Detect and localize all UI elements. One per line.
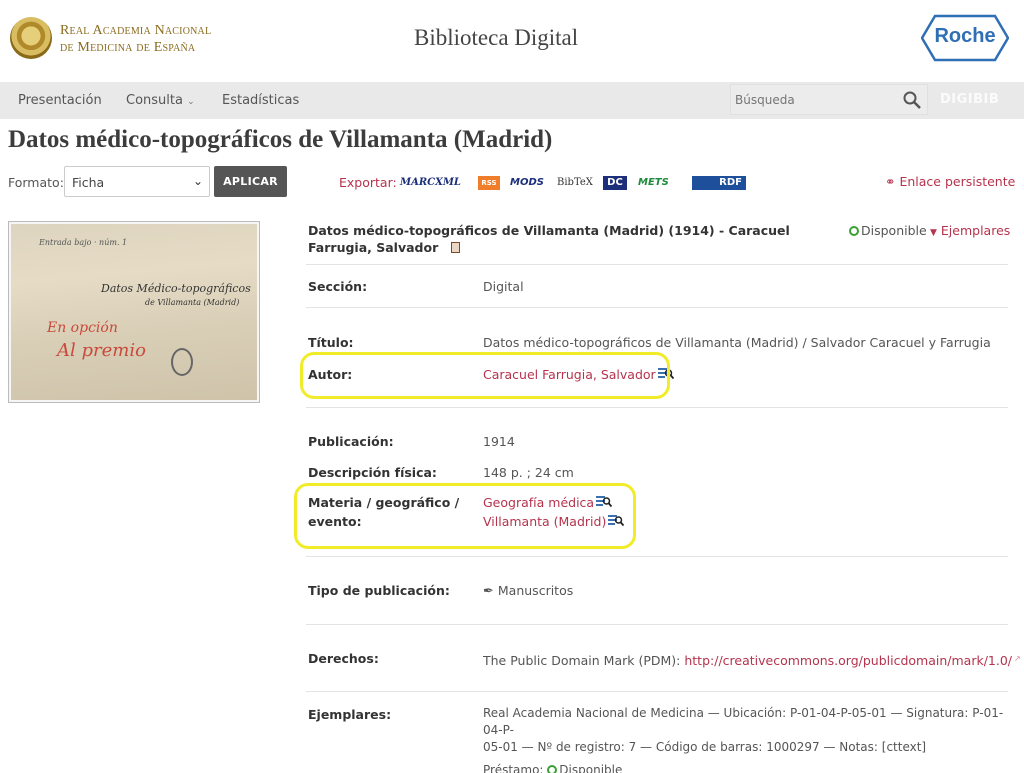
- record-heading: Datos médico-topográficos de Villamanta …: [308, 223, 790, 255]
- rights-link[interactable]: http://creativecommons.org/publicdomain/…: [684, 653, 1012, 668]
- academy-seal-icon[interactable]: [10, 17, 52, 59]
- search-box: [730, 84, 928, 115]
- divider: [306, 307, 1008, 308]
- thumbnail-text-line: Al premio: [57, 340, 146, 361]
- academy-name[interactable]: Real Academia Nacional de Medicina de Es…: [60, 22, 211, 56]
- main-nav: Presentación Consulta ⌄ Estadísticas DIG…: [0, 82, 1024, 119]
- field-label-ejemplares: Ejemplares:: [308, 707, 392, 722]
- format-select[interactable]: Ficha ⌄: [64, 166, 210, 197]
- field-label-derechos: Derechos:: [308, 651, 379, 666]
- document-icon[interactable]: [450, 242, 460, 253]
- export-marcxml-icon[interactable]: MARCXML: [400, 176, 461, 190]
- export-mets-icon[interactable]: METS: [638, 176, 669, 190]
- field-value-derechos: The Public Domain Mark (PDM): http://cre…: [483, 649, 1021, 670]
- format-select-value: Ficha: [72, 175, 105, 190]
- field-label-titulo: Título:: [308, 335, 354, 350]
- rights-text: The Public Domain Mark (PDM):: [483, 653, 685, 668]
- field-value-tipo: ✒ Manuscritos: [483, 581, 573, 601]
- field-value-descripcion: 148 p. ; 24 cm: [483, 465, 574, 480]
- site-title[interactable]: Biblioteca Digital: [414, 25, 578, 51]
- copies-link-label: Ejemplares: [940, 223, 1011, 238]
- digibib-brand[interactable]: DIGIBIB: [940, 92, 999, 107]
- field-label-seccion: Sección:: [308, 279, 368, 294]
- field-value-publicacion: 1914: [483, 434, 515, 449]
- stamp-icon: [171, 348, 193, 376]
- availability-status: Disponible: [849, 223, 927, 238]
- format-label: Formato:: [8, 175, 64, 190]
- field-label-publicacion: Publicación:: [308, 434, 394, 449]
- persistent-link[interactable]: ⚭ Enlace persistente: [885, 174, 1015, 189]
- field-label-descripcion: Descripción física:: [308, 465, 437, 480]
- chevron-down-icon: ⌄: [187, 97, 195, 107]
- chevron-down-icon: ⌄: [192, 174, 203, 188]
- thumbnail-text-line: Datos Médico-topográficos: [101, 282, 251, 295]
- roche-logo-text: Roche: [934, 25, 996, 47]
- roche-logo[interactable]: Roche: [920, 14, 1010, 62]
- divider: [306, 407, 1008, 408]
- export-dc-icon[interactable]: DC: [603, 176, 627, 190]
- available-dot-icon: [547, 765, 558, 773]
- caret-down-icon: ▼: [930, 228, 937, 238]
- field-value-ejemplares: Real Academia Nacional de Medicina — Ubi…: [483, 705, 1008, 773]
- external-link-icon: ↗: [1014, 654, 1021, 663]
- nav-item-presentacion[interactable]: Presentación: [18, 93, 102, 108]
- scroll-manuscript-icon: ✒: [483, 584, 494, 599]
- field-value-seccion: Digital: [483, 279, 524, 294]
- search-icon[interactable]: [902, 90, 922, 110]
- export-rdf-icon[interactable]: RDF: [692, 176, 746, 190]
- nav-item-consulta[interactable]: Consulta ⌄: [126, 93, 195, 108]
- nav-item-estadisticas[interactable]: Estadísticas: [222, 93, 299, 108]
- persistent-link-label: Enlace persistente: [899, 174, 1016, 189]
- site-header: Real Academia Nacional de Medicina de Es…: [0, 0, 1024, 82]
- chain-link-icon: ⚭: [885, 174, 896, 189]
- divider: [306, 264, 1008, 265]
- export-bibtex-icon[interactable]: BibTeX: [557, 176, 593, 190]
- highlight-box-materia: [294, 483, 636, 549]
- highlight-box-autor: [300, 352, 670, 399]
- thumbnail-scribble: Entrada bajo · núm. 1: [39, 238, 128, 247]
- apply-button[interactable]: APLICAR: [214, 166, 287, 197]
- field-label-tipo: Tipo de publicación:: [308, 583, 450, 598]
- divider: [306, 691, 1008, 692]
- nav-item-label: Consulta: [126, 93, 183, 108]
- export-mods-icon[interactable]: MODS: [510, 176, 544, 190]
- loan-status: Préstamo: Disponible: [483, 763, 623, 773]
- document-thumbnail[interactable]: Entrada bajo · núm. 1 Datos Médico-topog…: [8, 221, 260, 403]
- publication-type: Manuscritos: [497, 583, 574, 598]
- field-value-titulo: Datos médico-topográficos de Villamanta …: [483, 335, 991, 350]
- thumbnail-text-line: de Villamanta (Madrid): [145, 298, 240, 307]
- divider: [306, 624, 1008, 625]
- page-title: Datos médico-topográficos de Villamanta …: [8, 126, 553, 153]
- export-label: Exportar:: [339, 175, 397, 190]
- export-rss-icon[interactable]: RSS: [478, 176, 500, 190]
- thumbnail-text-line: En opción: [47, 320, 118, 336]
- search-input[interactable]: [735, 91, 895, 109]
- copies-link[interactable]: ▼ Ejemplares: [930, 223, 1010, 238]
- available-dot-icon: [849, 226, 859, 236]
- divider: [306, 556, 1008, 557]
- manuscript-image: Entrada bajo · núm. 1 Datos Médico-topog…: [11, 224, 257, 400]
